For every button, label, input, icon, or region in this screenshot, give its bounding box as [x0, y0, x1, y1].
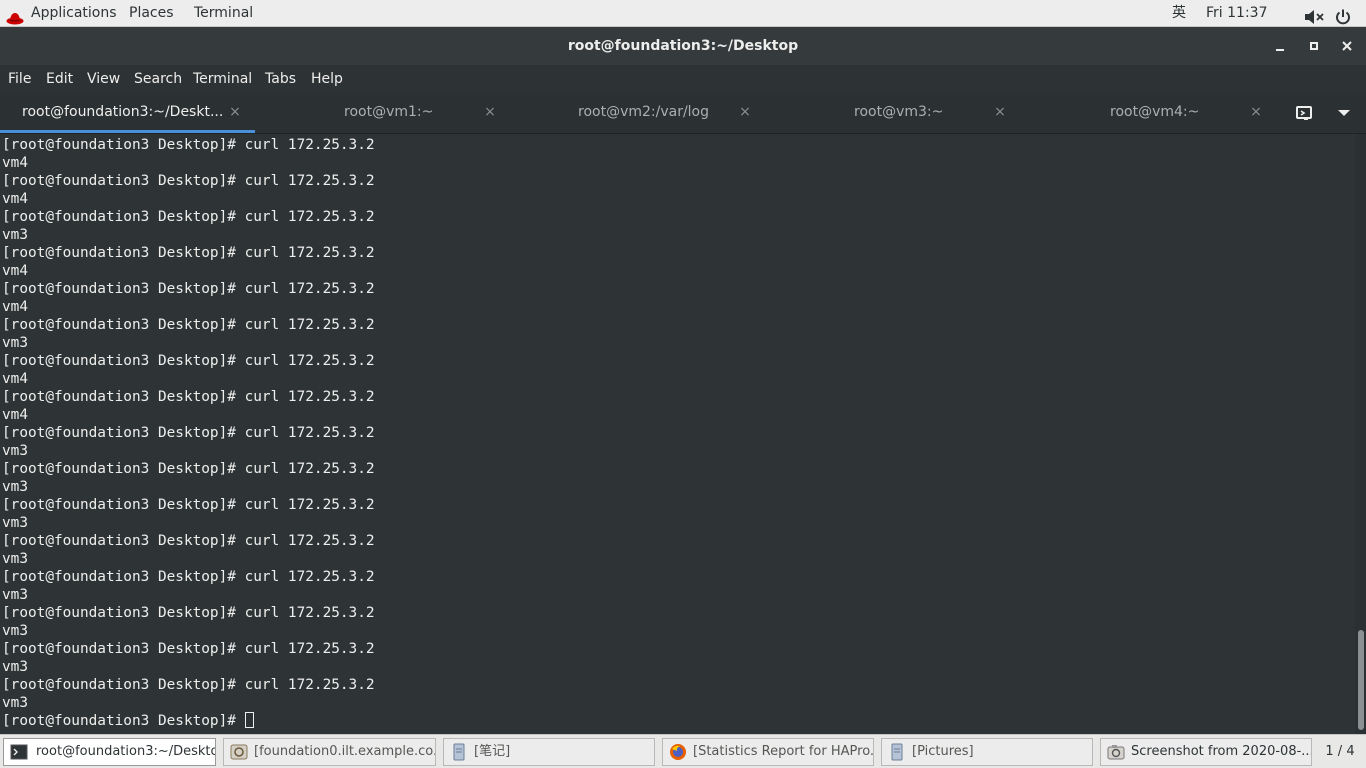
places-menu[interactable]: Places — [129, 0, 174, 26]
task-remote-viewer[interactable]: [foundation0.ilt.example.co... — [223, 738, 436, 766]
workspace-pager[interactable]: 1 / 4 — [1318, 738, 1362, 766]
close-icon[interactable]: × — [482, 104, 498, 120]
tab-label: root@vm3:~ — [854, 104, 944, 120]
terminal-line: vm4 — [2, 191, 28, 207]
tab-label: root@vm1:~ — [344, 104, 434, 120]
folder-icon — [891, 743, 903, 761]
terminal-line: [root@foundation3 Desktop]# curl 172.25.… — [2, 353, 375, 369]
applications-menu[interactable]: Applications — [31, 0, 117, 26]
terminal-line: [root@foundation3 Desktop]# curl 172.25.… — [2, 533, 375, 549]
terminal-line: [root@foundation3 Desktop]# curl 172.25.… — [2, 605, 375, 621]
close-icon[interactable]: × — [737, 104, 753, 120]
tab-label: root@vm2:/var/log — [578, 104, 710, 120]
task-firefox[interactable]: [Statistics Report for HAPro... — [662, 738, 874, 766]
tab-label: root@foundation3:~/Deskt... — [22, 104, 224, 120]
terminal-line: vm3 — [2, 443, 28, 459]
terminal-prompt: [root@foundation3 Desktop]# — [2, 713, 245, 729]
terminal-line: vm4 — [2, 371, 28, 387]
tab-vm4[interactable]: root@vm4:~ × — [1020, 93, 1275, 133]
terminal-line: [root@foundation3 Desktop]# curl 172.25.… — [2, 461, 375, 477]
terminal-line: [root@foundation3 Desktop]# curl 172.25.… — [2, 209, 375, 225]
window-titlebar[interactable]: root@foundation3:~/Desktop — [0, 27, 1366, 65]
new-tab-icon[interactable] — [1295, 104, 1315, 122]
terminal-line: vm3 — [2, 227, 28, 243]
terminal-line: vm3 — [2, 335, 28, 351]
terminal-line: [root@foundation3 Desktop]# curl 172.25.… — [2, 389, 375, 405]
terminal-line: vm3 — [2, 551, 28, 567]
maximize-button[interactable] — [1304, 36, 1324, 56]
terminal-line: vm3 — [2, 623, 28, 639]
terminal-line: [root@foundation3 Desktop]# curl 172.25.… — [2, 281, 375, 297]
text-cursor — [244, 712, 254, 728]
terminal-line: vm4 — [2, 155, 28, 171]
close-icon[interactable]: × — [1248, 104, 1264, 120]
terminal-line: vm4 — [2, 263, 28, 279]
screenshot-icon — [1107, 745, 1125, 760]
terminal-line: [root@foundation3 Desktop]# curl 172.25.… — [2, 569, 375, 585]
minimize-button[interactable] — [1270, 36, 1290, 56]
terminal-line: [root@foundation3 Desktop]# curl 172.25.… — [2, 641, 375, 657]
terminal-prompt-line[interactable]: [root@foundation3 Desktop]# — [2, 712, 375, 730]
terminal-line: vm3 — [2, 479, 28, 495]
menu-help[interactable]: Help — [311, 65, 343, 93]
top-panel: Applications Places Terminal 英 Fri 11:37 — [0, 0, 1366, 27]
menu-search[interactable]: Search — [134, 65, 182, 93]
terminal-line: vm4 — [2, 407, 28, 423]
menu-terminal[interactable]: Terminal — [193, 65, 252, 93]
terminal-line: vm3 — [2, 659, 28, 675]
tab-bar: root@foundation3:~/Deskt... × root@vm1:~… — [0, 93, 1366, 134]
terminal-app-menu[interactable]: Terminal — [194, 0, 253, 26]
menu-file[interactable]: File — [8, 65, 31, 93]
window-title: root@foundation3:~/Desktop — [567, 38, 799, 54]
terminal-line: [root@foundation3 Desktop]# curl 172.25.… — [2, 425, 375, 441]
close-icon[interactable]: × — [227, 104, 243, 120]
input-method-indicator[interactable]: 英 — [1172, 0, 1186, 26]
task-label: [Statistics Report for HAPro... — [693, 744, 874, 759]
remote-viewer-icon — [230, 744, 248, 760]
terminal-line: [root@foundation3 Desktop]# curl 172.25.… — [2, 497, 375, 513]
terminal-line: [root@foundation3 Desktop]# curl 172.25.… — [2, 245, 375, 261]
terminal-line: [root@foundation3 Desktop]# curl 172.25.… — [2, 317, 375, 333]
task-terminal[interactable]: root@foundation3:~/Desktop — [3, 738, 216, 766]
tab-vm3[interactable]: root@vm3:~ × — [765, 93, 1020, 133]
chevron-down-icon[interactable] — [1336, 106, 1352, 120]
firefox-icon — [670, 744, 686, 760]
tab-vm1[interactable]: root@vm1:~ × — [255, 93, 510, 133]
terminal-line: [root@foundation3 Desktop]# curl 172.25.… — [2, 173, 375, 189]
tab-foundation3[interactable]: root@foundation3:~/Deskt... × — [0, 93, 255, 133]
terminal-line: vm3 — [2, 515, 28, 531]
menu-tabs[interactable]: Tabs — [265, 65, 296, 93]
tab-vm2[interactable]: root@vm2:/var/log × — [510, 93, 765, 133]
terminal-output[interactable]: [root@foundation3 Desktop]# curl 172.25.… — [0, 134, 1355, 734]
terminal-scrollbar[interactable] — [1355, 134, 1366, 734]
close-window-button[interactable] — [1337, 36, 1357, 56]
terminal-line: [root@foundation3 Desktop]# curl 172.25.… — [2, 137, 375, 153]
tab-label: root@vm4:~ — [1110, 104, 1200, 120]
task-label: [foundation0.ilt.example.co... — [254, 744, 436, 759]
terminal-line: [root@foundation3 Desktop]# curl 172.25.… — [2, 677, 375, 693]
scrollbar-thumb[interactable] — [1358, 630, 1364, 730]
menu-bar: File Edit View Search Terminal Tabs Help — [0, 65, 1366, 93]
terminal-line: vm3 — [2, 695, 28, 711]
terminal-line: vm4 — [2, 299, 28, 315]
task-label: Screenshot from 2020-08-... — [1131, 744, 1312, 759]
task-label: root@foundation3:~/Desktop — [36, 744, 216, 759]
window-list: root@foundation3:~/Desktop [foundation0.… — [0, 734, 1366, 768]
document-icon — [453, 743, 465, 761]
task-notes[interactable]: [笔记] — [443, 738, 655, 766]
task-screenshot[interactable]: Screenshot from 2020-08-... — [1100, 738, 1312, 766]
terminal-line: vm3 — [2, 587, 28, 603]
task-label: [Pictures] — [912, 744, 974, 759]
close-icon[interactable]: × — [992, 104, 1008, 120]
task-label: [笔记] — [474, 744, 511, 759]
terminal-icon — [10, 744, 28, 760]
clock[interactable]: Fri 11:37 — [1206, 0, 1267, 26]
task-pictures[interactable]: [Pictures] — [881, 738, 1093, 766]
menu-edit[interactable]: Edit — [46, 65, 73, 93]
menu-view[interactable]: View — [87, 65, 120, 93]
